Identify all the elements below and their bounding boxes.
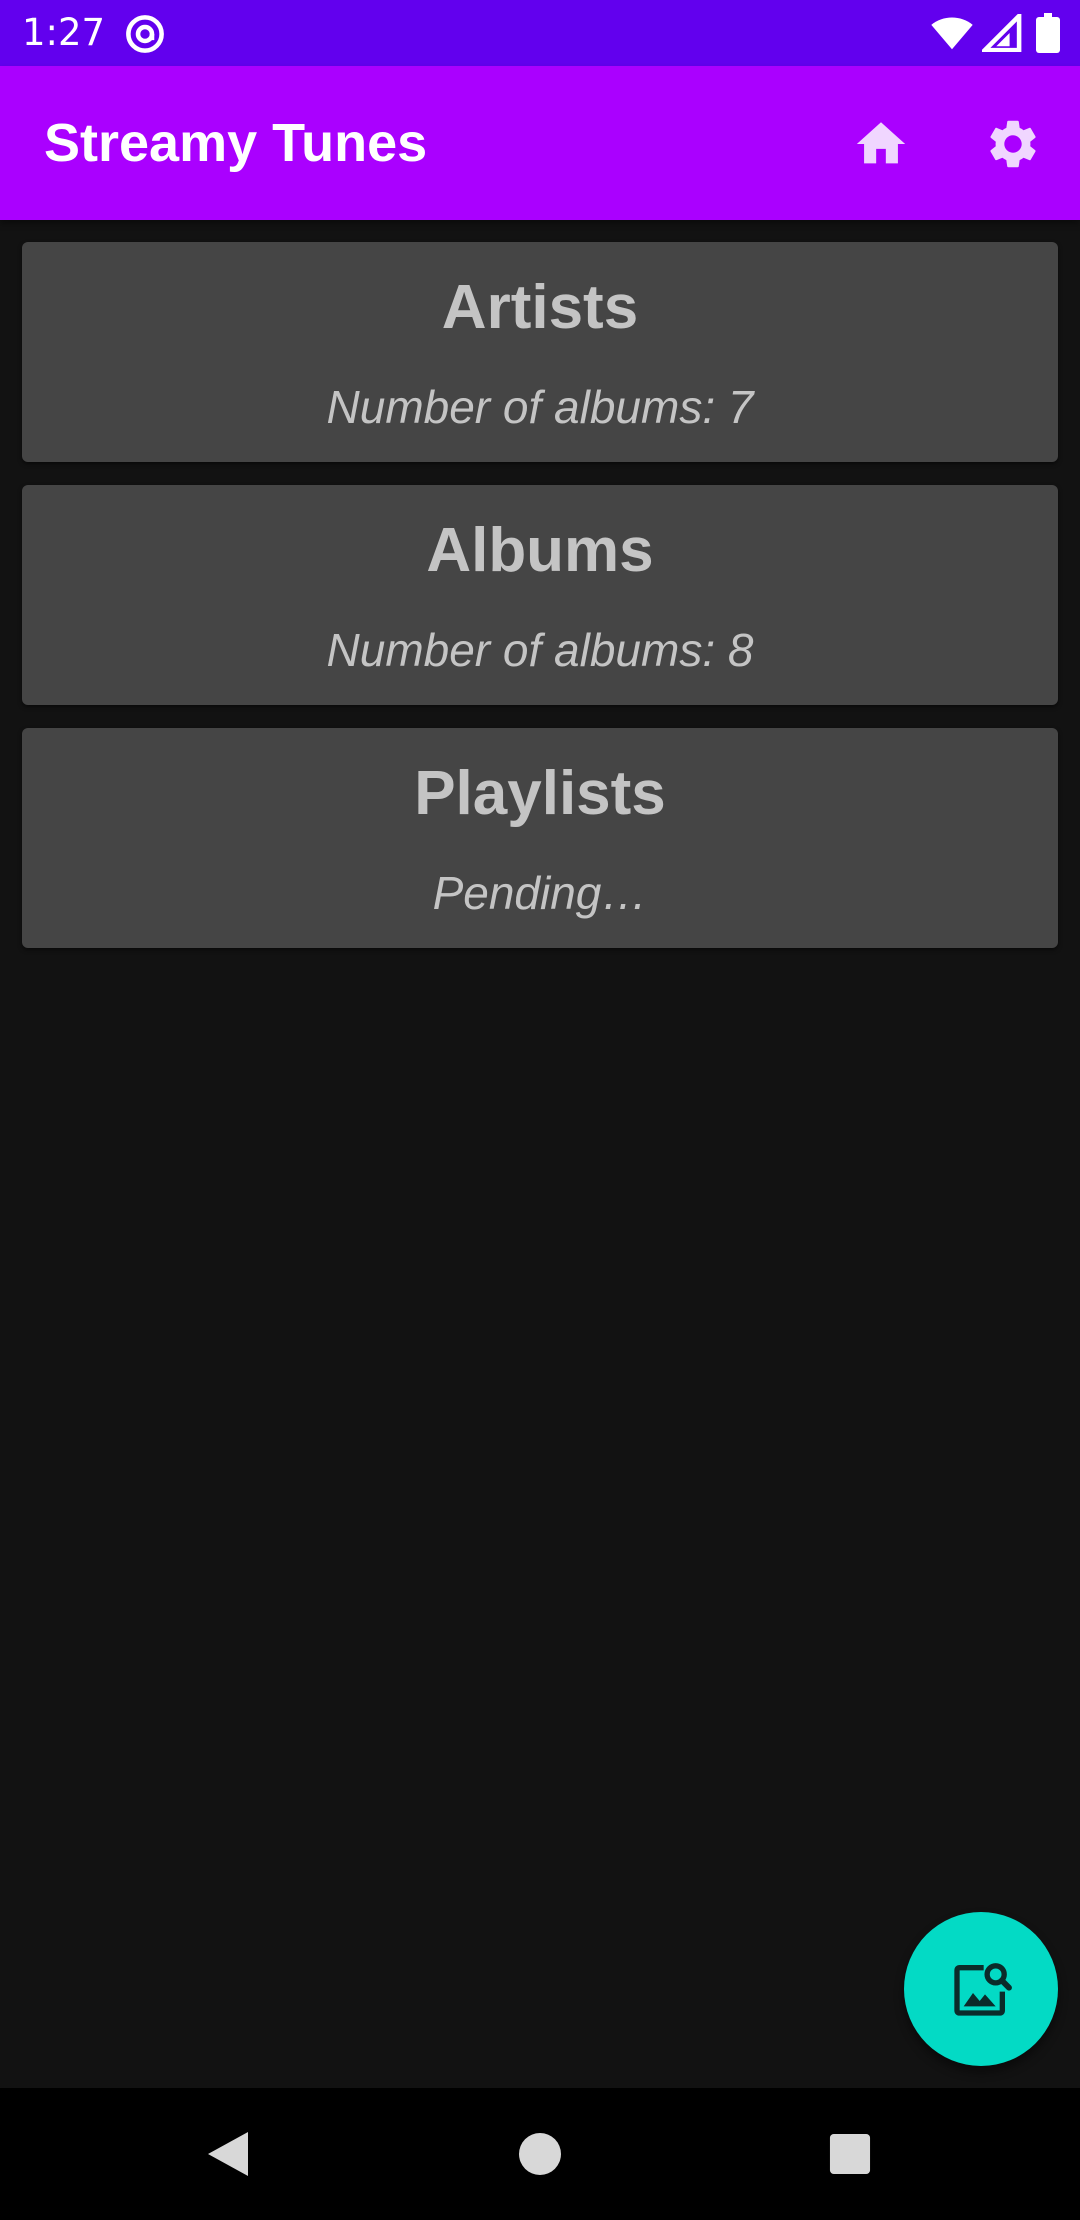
gear-icon [990, 120, 1036, 168]
wifi-icon [931, 17, 973, 50]
home-nav-button[interactable] [504, 2118, 576, 2190]
category-list: Artists Number of albums: 7 Albums Numbe… [22, 242, 1058, 971]
battery-icon [1036, 13, 1060, 53]
signal-icon [982, 14, 1022, 52]
back-icon [208, 2132, 248, 2176]
navigation-bar [0, 2088, 1080, 2220]
playlists-card[interactable]: Playlists Pending… [22, 728, 1058, 948]
recents-button[interactable] [814, 2118, 886, 2190]
home-circle-icon [519, 2133, 561, 2175]
status-bar: 1:27 [0, 0, 1080, 66]
artists-card[interactable]: Artists Number of albums: 7 [22, 242, 1058, 462]
image-search-icon [954, 1963, 1012, 2016]
status-time: 1:27 [22, 11, 106, 54]
card-title: Playlists [414, 759, 666, 828]
status-icons [930, 12, 1060, 54]
at-sign-icon [126, 15, 164, 53]
albums-card[interactable]: Albums Number of albums: 8 [22, 485, 1058, 705]
card-subtitle: Number of albums: 8 [326, 624, 754, 676]
home-icon [856, 122, 906, 164]
card-title: Albums [426, 516, 654, 585]
card-title: Artists [441, 273, 639, 342]
home-button[interactable] [843, 106, 919, 182]
card-subtitle: Number of albums: 7 [326, 381, 754, 433]
settings-button[interactable] [975, 106, 1051, 182]
recents-icon [829, 2133, 871, 2175]
app-title: Streamy Tunes [44, 113, 428, 173]
image-search-fab[interactable] [904, 1912, 1058, 2066]
card-subtitle: Pending… [432, 867, 648, 919]
back-button[interactable] [192, 2118, 264, 2190]
app-bar: Streamy Tunes [0, 66, 1080, 220]
